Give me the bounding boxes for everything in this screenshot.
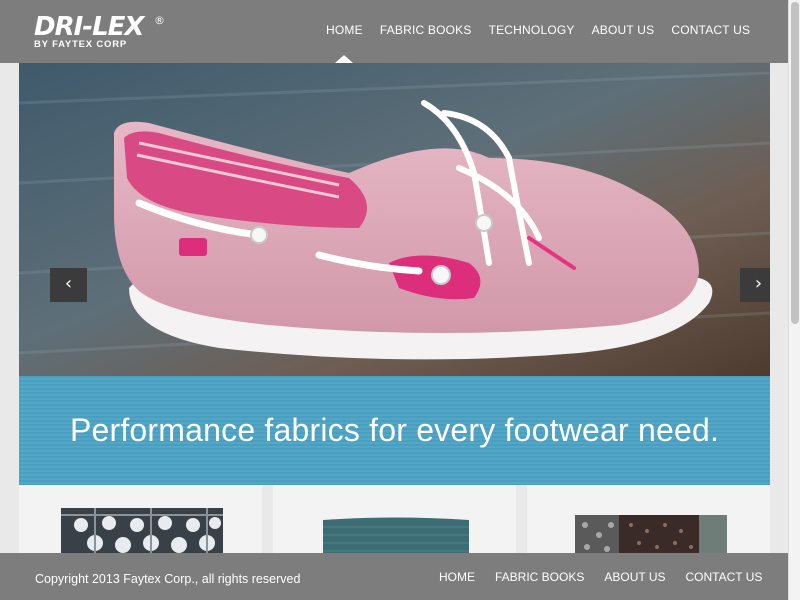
teal-mesh-fabric-image (323, 517, 469, 555)
slider-prev-button[interactable]: ‹ (50, 268, 87, 302)
chevron-right-icon: › (754, 273, 763, 294)
site-header: DRI-LEX ® BY FAYTEX CORP HOME FABRIC BOO… (0, 0, 788, 63)
logo-wordmark: DRI-LEX (34, 12, 146, 42)
feature-card-3[interactable] (527, 485, 770, 555)
footer-link-about-us[interactable]: ABOUT US (604, 570, 665, 584)
chevron-left-icon: ‹ (64, 273, 73, 294)
nav-home[interactable]: HOME (326, 23, 363, 37)
feature-card-2[interactable] (273, 485, 516, 555)
footer-link-fabric-books[interactable]: FABRIC BOOKS (495, 570, 584, 584)
nav-contact-us[interactable]: CONTACT US (671, 23, 750, 37)
nav-about-us[interactable]: ABOUT US (592, 23, 655, 37)
nav-fabric-books[interactable]: FABRIC BOOKS (380, 23, 472, 37)
patterned-fabric-swatches-image (575, 515, 727, 555)
active-nav-caret-icon (335, 55, 353, 63)
logo-tagline: BY FAYTEX CORP (34, 39, 127, 50)
banner-headline: Performance fabrics for every footwear n… (69, 412, 720, 448)
footer-link-home[interactable]: HOME (439, 570, 475, 584)
page: DRI-LEX ® BY FAYTEX CORP HOME FABRIC BOO… (0, 0, 800, 600)
scrollbar-thumb[interactable] (791, 2, 799, 324)
hero-slider: ‹ › (19, 63, 770, 376)
main-nav: HOME FABRIC BOOKS TECHNOLOGY ABOUT US CO… (318, 23, 759, 37)
registered-mark: ® (154, 14, 165, 27)
yarn-spools-image (61, 508, 223, 555)
nav-technology[interactable]: TECHNOLOGY (489, 23, 575, 37)
copyright-text: Copyright 2013 Faytex Corp., all rights … (35, 572, 301, 586)
logo-graphic: DRI-LEX ® BY FAYTEX CORP (34, 12, 165, 50)
dri-lex-logo[interactable]: DRI-LEX ® BY FAYTEX CORP (32, 8, 172, 52)
tagline-banner: Performance fabrics for every footwear n… (19, 376, 770, 485)
site-footer: Copyright 2013 Faytex Corp., all rights … (0, 553, 788, 600)
footer-link-contact-us[interactable]: CONTACT US (685, 570, 762, 584)
pink-boat-shoe-image (19, 63, 770, 376)
footer-nav: HOME FABRIC BOOKS ABOUT US CONTACT US (430, 570, 773, 584)
slider-next-button[interactable]: › (740, 268, 770, 302)
page-scrollbar[interactable] (788, 0, 800, 600)
feature-card-1[interactable] (19, 485, 262, 555)
